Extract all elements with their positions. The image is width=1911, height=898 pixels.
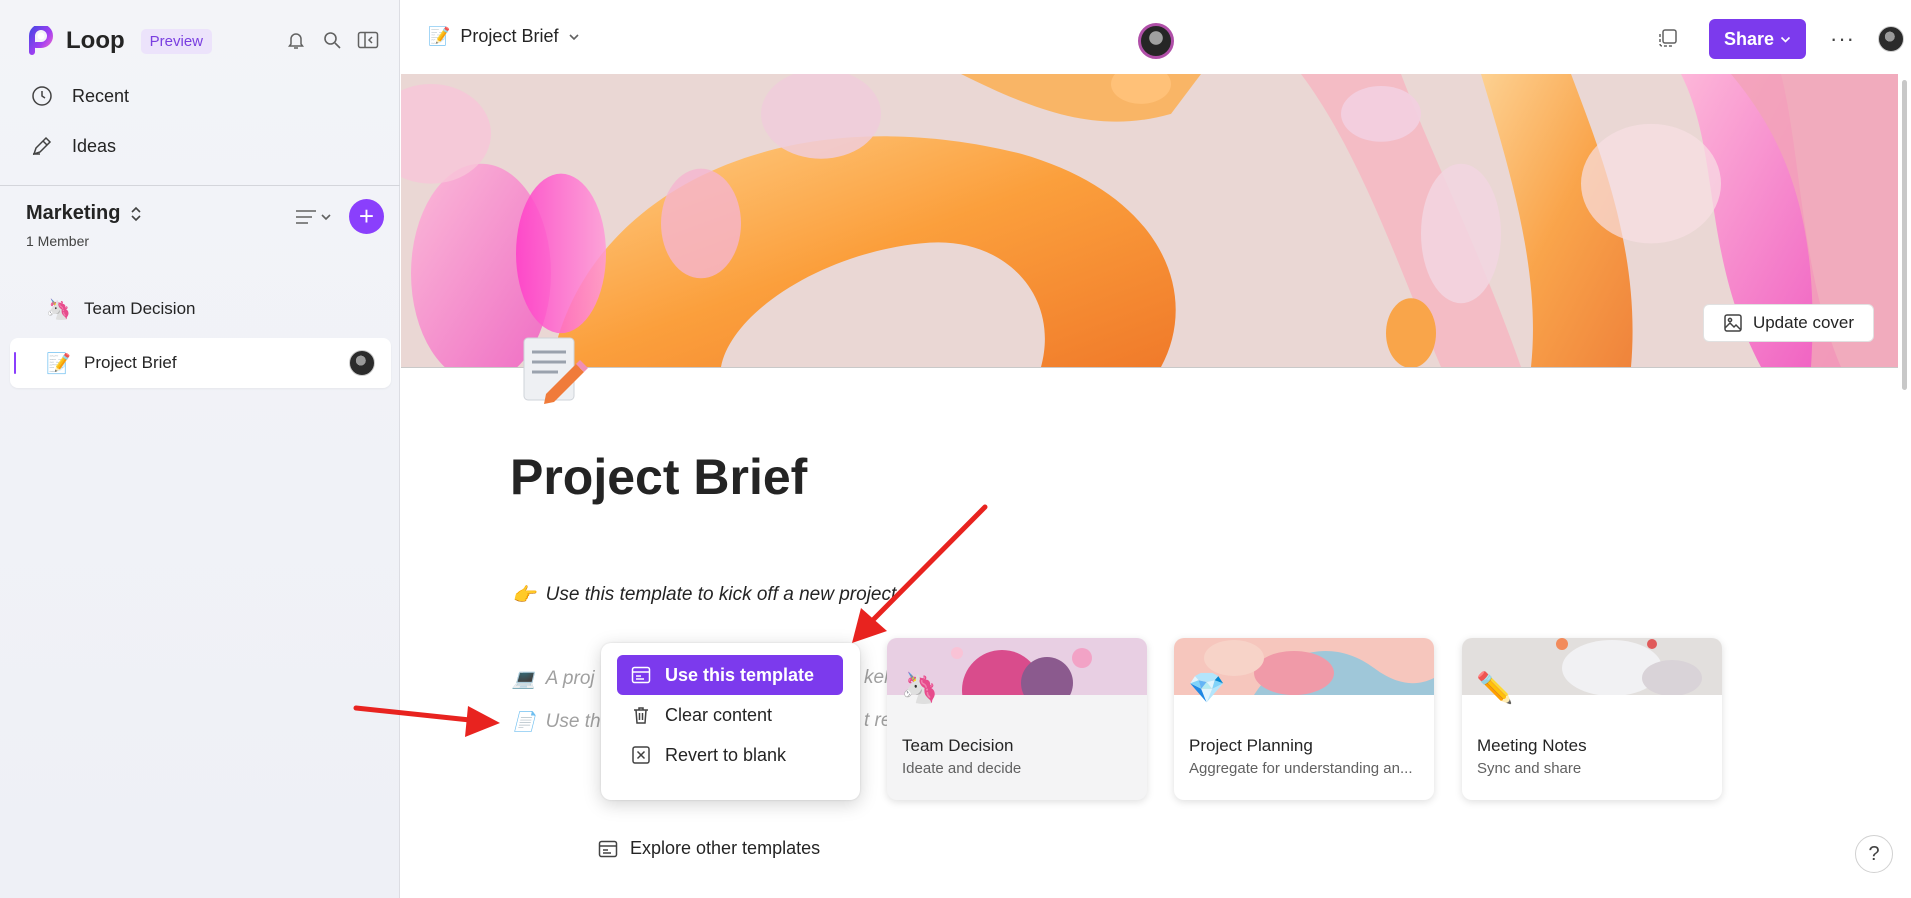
page-title[interactable]: Project Brief bbox=[510, 448, 807, 506]
copy-component-icon[interactable] bbox=[1657, 27, 1679, 54]
explore-templates-button[interactable]: Explore other templates bbox=[598, 838, 820, 859]
share-label: Share bbox=[1723, 28, 1775, 49]
trash-icon bbox=[634, 707, 648, 724]
chevron-down-icon bbox=[569, 33, 580, 40]
list-sort-icon bbox=[296, 210, 331, 224]
template-icon bbox=[598, 840, 618, 857]
template-card-team-decision[interactable]: 🦄 Team Decision Ideate and decide bbox=[887, 638, 1147, 800]
help-button[interactable]: ? bbox=[1855, 835, 1893, 873]
clock-icon bbox=[32, 86, 52, 106]
pencil-icon: ✏️ bbox=[1476, 672, 1514, 705]
sidebar-item-recent[interactable]: Recent bbox=[30, 84, 129, 108]
card-subtitle: Sync and share bbox=[1477, 760, 1582, 777]
document-line[interactable]: 💻 A proj bbox=[512, 667, 595, 691]
collapse-sidebar-icon[interactable] bbox=[356, 28, 380, 52]
add-page-button[interactable]: + bbox=[349, 199, 384, 234]
cover-image bbox=[401, 74, 1898, 368]
card-title: Project Planning bbox=[1189, 736, 1313, 755]
line-text: Use th bbox=[545, 711, 601, 732]
revert-to-blank-button[interactable]: Revert to blank bbox=[617, 735, 843, 775]
update-cover-label: Update cover bbox=[1752, 313, 1855, 332]
card-title: Meeting Notes bbox=[1477, 736, 1587, 755]
plus-icon: + bbox=[358, 201, 375, 231]
more-options-icon[interactable]: ··· bbox=[1830, 26, 1855, 52]
template-card-project-planning[interactable]: 💎 Project Planning Aggregate for underst… bbox=[1174, 638, 1434, 800]
unicorn-icon: 🦄 bbox=[46, 298, 71, 321]
sidebar-divider bbox=[0, 185, 400, 186]
loop-logo-icon bbox=[29, 26, 53, 55]
scrollbar[interactable] bbox=[1902, 80, 1907, 390]
breadcrumb[interactable]: 📝 Project Brief bbox=[428, 26, 580, 47]
document-line[interactable]: 📄 Use th bbox=[512, 710, 601, 734]
use-this-template-button[interactable]: Use this template bbox=[617, 655, 843, 695]
sidebar-item-ideas[interactable]: Ideas bbox=[30, 134, 116, 158]
sidebar-item-label: Ideas bbox=[72, 135, 117, 156]
image-icon bbox=[1724, 314, 1742, 332]
sidebar-page-team-decision[interactable]: 🦄 Team Decision bbox=[10, 284, 391, 334]
template-card-meeting-notes[interactable]: ✏️ Meeting Notes Sync and share bbox=[1462, 638, 1722, 800]
card-title: Team Decision bbox=[902, 736, 1014, 755]
workspace-switcher[interactable]: Marketing bbox=[26, 202, 142, 225]
template-icon bbox=[631, 666, 651, 684]
chevron-down-icon bbox=[1780, 36, 1791, 43]
sidebar-item-label: Recent bbox=[72, 85, 130, 106]
collaborator-avatar[interactable] bbox=[1138, 23, 1174, 59]
user-avatar[interactable] bbox=[1878, 26, 1904, 52]
document-line[interactable]: 👉 Use this template to kick off a new pr… bbox=[512, 583, 896, 607]
update-cover-button[interactable]: Update cover bbox=[1703, 304, 1874, 342]
app-name: Loop bbox=[66, 27, 125, 54]
brand[interactable]: Loop Preview bbox=[26, 26, 212, 56]
gem-icon: 💎 bbox=[1188, 672, 1226, 705]
page-label: Team Decision bbox=[84, 299, 196, 318]
avatar bbox=[349, 350, 375, 376]
clear-content-button[interactable]: Clear content bbox=[617, 695, 843, 735]
bell-icon[interactable] bbox=[284, 28, 308, 52]
search-icon[interactable] bbox=[320, 28, 344, 52]
unicorn-icon: 🦄 bbox=[901, 672, 939, 705]
page-label: Project Brief bbox=[84, 353, 177, 372]
page-icon: 📄 bbox=[512, 712, 536, 733]
sidebar: Loop Preview Recent Ideas Marketing 1 Me… bbox=[0, 0, 400, 898]
menu-item-label: Clear content bbox=[665, 704, 773, 725]
workspace-name: Marketing bbox=[26, 202, 121, 224]
card-subtitle: Aggregate for understanding an... bbox=[1189, 760, 1413, 777]
workspace-members: 1 Member bbox=[26, 233, 90, 249]
sidebar-page-project-brief[interactable]: 📝 Project Brief bbox=[10, 338, 391, 388]
menu-item-label: Revert to blank bbox=[665, 744, 787, 765]
memo-icon: 📝 bbox=[428, 26, 451, 46]
pen-icon bbox=[32, 136, 52, 156]
chevron-up-down-icon bbox=[131, 206, 142, 221]
breadcrumb-title: Project Brief bbox=[460, 26, 559, 46]
preview-badge: Preview bbox=[140, 28, 212, 54]
pointing-hand-icon: 👉 bbox=[512, 585, 536, 606]
laptop-icon: 💻 bbox=[512, 669, 536, 690]
memo-icon: 📝 bbox=[46, 352, 71, 375]
line-text: A proj bbox=[545, 668, 595, 689]
template-options-menu: Use this template Clear content Revert t… bbox=[601, 643, 860, 800]
sort-menu-button[interactable] bbox=[294, 205, 334, 229]
line-text: Use this template to kick off a new proj… bbox=[545, 584, 897, 605]
close-box-icon bbox=[632, 746, 650, 764]
card-subtitle: Ideate and decide bbox=[902, 760, 1022, 777]
help-icon: ? bbox=[1868, 842, 1880, 865]
explore-label: Explore other templates bbox=[630, 838, 821, 858]
memo-icon bbox=[523, 337, 588, 404]
menu-item-label: Use this template bbox=[665, 664, 815, 685]
share-button[interactable]: Share bbox=[1709, 19, 1806, 59]
